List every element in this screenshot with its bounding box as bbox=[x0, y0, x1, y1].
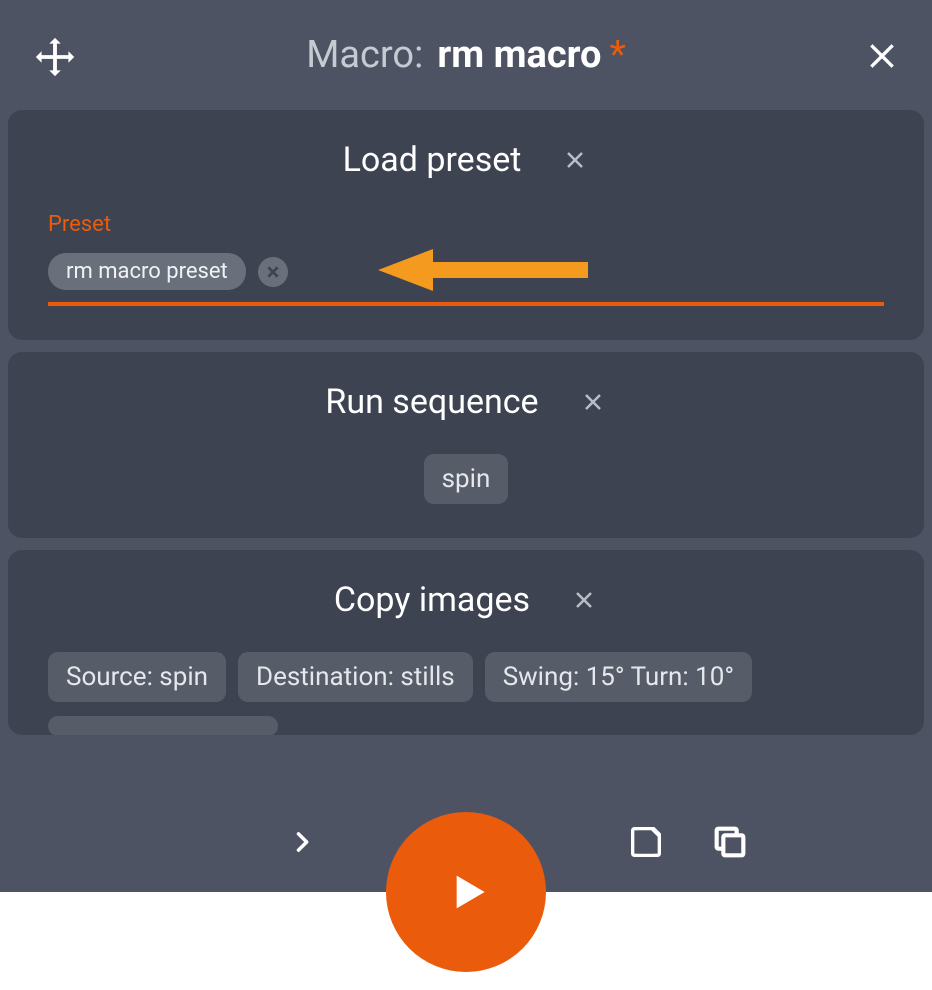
expand-button[interactable] bbox=[280, 820, 324, 864]
card-title: Copy images bbox=[334, 580, 530, 620]
close-dialog-button[interactable] bbox=[862, 36, 902, 76]
save-button[interactable] bbox=[624, 820, 668, 864]
preset-input[interactable]: rm macro preset bbox=[48, 253, 884, 306]
macro-steps-list: Load preset Preset rm macro preset bbox=[0, 110, 932, 735]
step-card-copy-images: Copy images Source: spin Destination: st… bbox=[8, 550, 924, 735]
remove-step-button[interactable] bbox=[570, 586, 598, 614]
param-tag[interactable]: Swing: 15° Turn: 10° bbox=[485, 652, 752, 702]
macro-name: rm macro bbox=[437, 33, 601, 77]
card-header: Copy images bbox=[48, 572, 884, 628]
sequence-tag[interactable]: spin bbox=[424, 454, 509, 504]
sequence-tag-row: spin bbox=[48, 454, 884, 504]
dialog-title: Macro: rm macro * bbox=[30, 33, 902, 77]
remove-step-button[interactable] bbox=[561, 146, 589, 174]
title-prefix: Macro: bbox=[306, 33, 423, 77]
card-header: Load preset bbox=[48, 132, 884, 188]
card-header: Run sequence bbox=[48, 374, 884, 430]
macro-dialog: Macro: rm macro * Load preset Preset bbox=[0, 0, 932, 892]
card-title: Load preset bbox=[343, 140, 522, 180]
remove-step-button[interactable] bbox=[579, 388, 607, 416]
dialog-header: Macro: rm macro * bbox=[0, 0, 932, 110]
step-card-run-sequence: Run sequence spin bbox=[8, 352, 924, 538]
preset-field-label: Preset bbox=[48, 212, 884, 237]
copy-button[interactable] bbox=[708, 820, 752, 864]
clear-preset-button[interactable] bbox=[258, 257, 288, 287]
param-tag[interactable]: Destination: stills bbox=[238, 652, 473, 702]
preset-chip[interactable]: rm macro preset bbox=[48, 253, 246, 290]
param-tag[interactable]: Source: spin bbox=[48, 652, 226, 702]
play-macro-button[interactable] bbox=[386, 812, 546, 972]
move-icon[interactable] bbox=[30, 32, 80, 82]
annotation-arrow-icon bbox=[378, 245, 588, 295]
modified-indicator: * bbox=[609, 33, 625, 77]
card-title: Run sequence bbox=[325, 382, 538, 422]
copy-params-row-2 bbox=[48, 716, 884, 735]
param-tag-partial[interactable] bbox=[48, 716, 278, 735]
copy-params-row: Source: spin Destination: stills Swing: … bbox=[48, 652, 884, 702]
step-card-load-preset: Load preset Preset rm macro preset bbox=[8, 110, 924, 340]
